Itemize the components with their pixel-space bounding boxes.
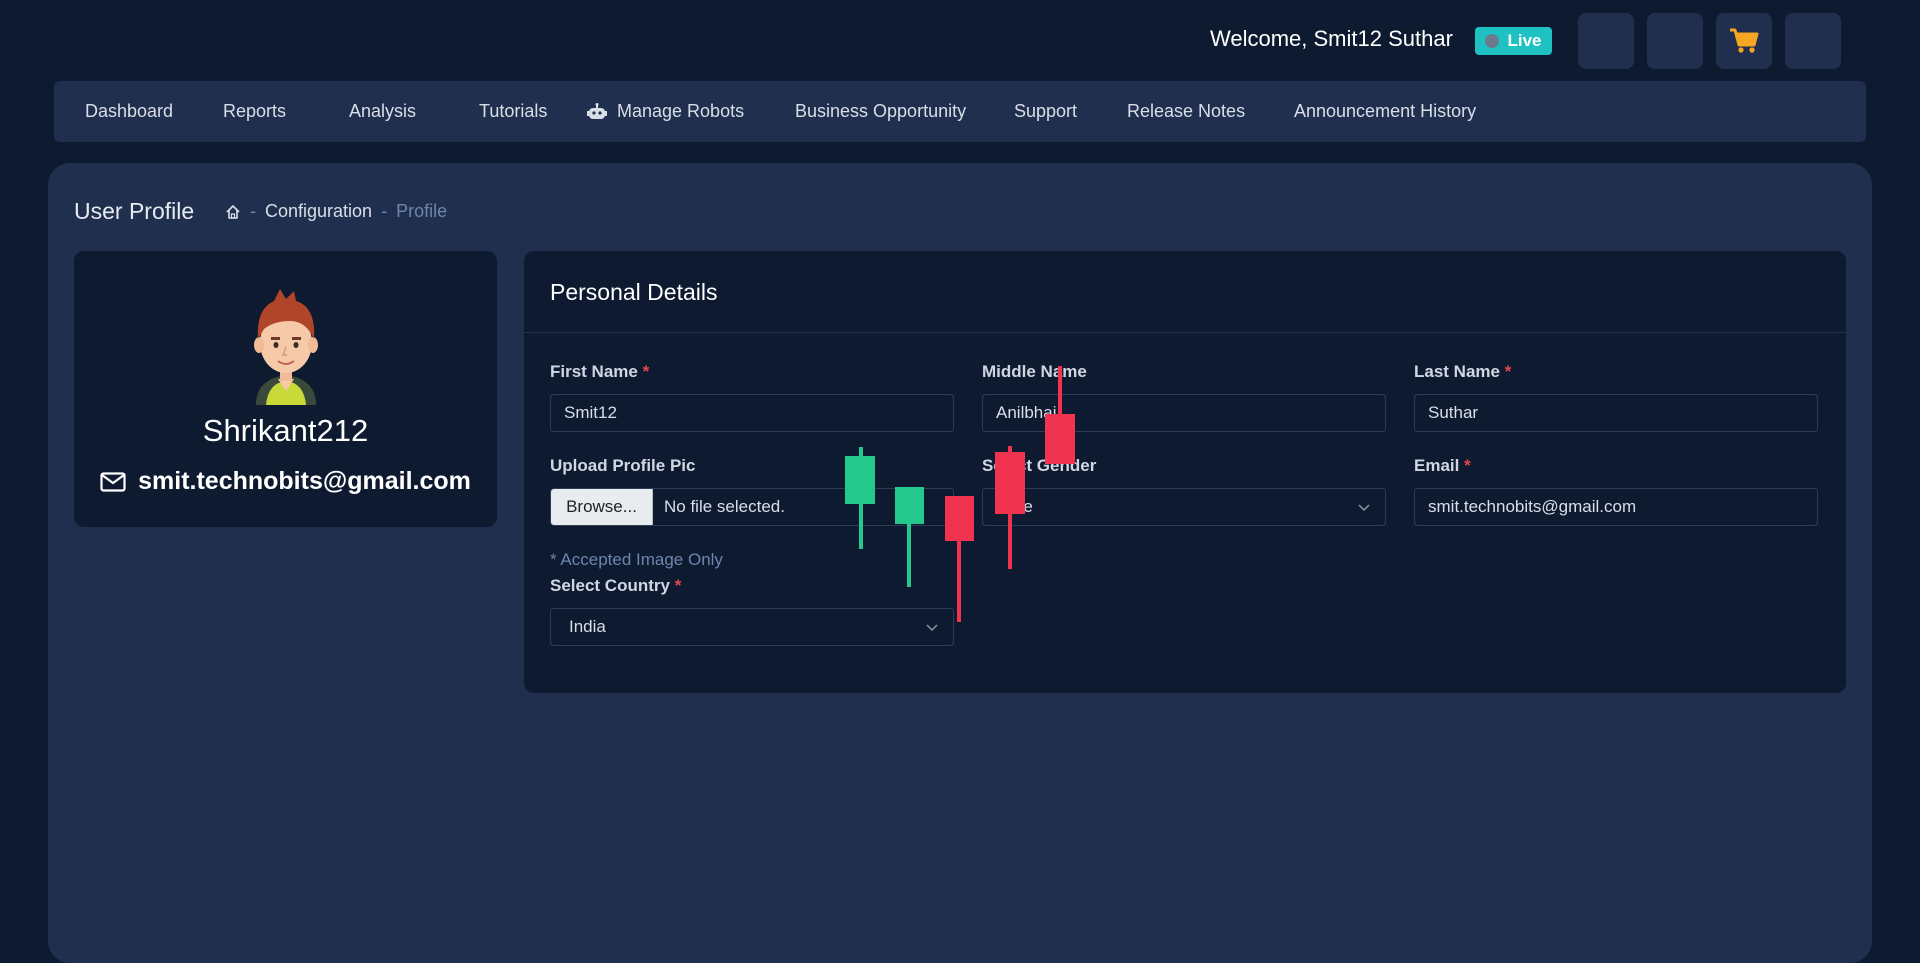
envelope-icon — [100, 471, 126, 492]
top-bar: Welcome, Smit12 Suthar Live — [0, 0, 1920, 80]
nav-label: Business Opportunity — [795, 101, 967, 121]
robot-icon — [587, 102, 607, 119]
nav-tutorials[interactable]: Tutorials — [479, 81, 547, 142]
personal-details-card: Personal Details First Name * Smit12 Mid… — [524, 251, 1846, 693]
last-name-input[interactable]: Suthar — [1414, 394, 1818, 432]
nav-analysis[interactable]: Analysis — [349, 81, 416, 142]
breadcrumb-profile: Profile — [396, 201, 448, 221]
nav-label: Release Notes — [1127, 101, 1246, 121]
required-marker: * — [642, 362, 650, 381]
header-button-2[interactable] — [1647, 13, 1703, 69]
nav-manage-robots[interactable]: Manage Robots — [587, 81, 744, 142]
breadcrumb-separator: - — [250, 201, 256, 221]
cart-button[interactable] — [1716, 13, 1772, 69]
email-label-text: Email — [1414, 456, 1460, 475]
gender-value: Male — [996, 497, 1033, 516]
email-label: Email * — [1414, 456, 1471, 476]
required-marker: * — [1504, 362, 1512, 381]
nav-label: Analysis — [349, 101, 417, 121]
welcome-text: Welcome, Smit12 Suthar — [1210, 26, 1453, 51]
last-name-label: Last Name * — [1414, 362, 1511, 382]
home-icon[interactable] — [225, 204, 241, 220]
profile-name: Shrikant212 — [202, 413, 369, 448]
country-label: Select Country * — [550, 576, 681, 596]
profile-pic-file-input[interactable]: Browse... No file selected. — [550, 488, 954, 526]
nav-label: Manage Robots — [617, 101, 745, 121]
breadcrumb: - Configuration - Profile — [225, 201, 447, 222]
accepted-image-help: * Accepted Image Only — [550, 550, 723, 569]
nav-business-opportunity[interactable]: Business Opportunity — [795, 81, 966, 142]
cart-icon — [1730, 28, 1759, 53]
chevron-down-icon — [926, 624, 938, 632]
gender-label: Select Gender — [982, 456, 1097, 475]
breadcrumb-separator: - — [381, 201, 388, 221]
middle-name-label: Middle Name — [982, 362, 1087, 381]
nav-dashboard[interactable]: Dashboard — [85, 81, 173, 142]
chevron-down-icon — [1358, 504, 1370, 512]
live-status-badge[interactable]: Live — [1475, 27, 1552, 55]
email-input[interactable]: smit.technobits@gmail.com — [1414, 488, 1818, 526]
country-select[interactable]: India — [550, 608, 954, 646]
nav-label: Announcement History — [1294, 101, 1477, 121]
nav-support[interactable]: Support — [1014, 81, 1077, 142]
first-name-input[interactable]: Smit12 — [550, 394, 954, 432]
profile-email-row: smit.technobits@gmail.com — [74, 467, 497, 496]
gender-select[interactable]: Male — [982, 488, 1386, 526]
nav-release-notes[interactable]: Release Notes — [1127, 81, 1245, 142]
header-button-1[interactable] — [1578, 13, 1634, 69]
nav-label: Support — [1014, 101, 1078, 121]
first-name-label-text: First Name — [550, 362, 638, 381]
page-title: User Profile — [74, 198, 195, 224]
profile-email: smit.technobits@gmail.com — [138, 467, 471, 495]
avatar — [254, 289, 318, 405]
upload-label: Upload Profile Pic — [550, 456, 696, 475]
main-navbar: Dashboard Reports Analysis Tutorials Man… — [54, 81, 1866, 142]
status-dot-icon — [1485, 34, 1500, 48]
country-value: India — [569, 617, 606, 636]
profile-card: Shrikant212 smit.technobits@gmail.com — [74, 251, 497, 527]
header-button-4[interactable] — [1785, 13, 1841, 69]
nav-label: Reports — [223, 101, 287, 121]
details-title: Personal Details — [550, 279, 718, 305]
first-name-label: First Name * — [550, 362, 649, 382]
divider — [524, 332, 1846, 333]
required-marker: * — [674, 576, 682, 595]
nav-label: Dashboard — [85, 101, 174, 121]
middle-name-input[interactable]: Anilbhai — [982, 394, 1386, 432]
nav-announcement-history[interactable]: Announcement History — [1294, 81, 1476, 142]
browse-button[interactable]: Browse... — [551, 489, 653, 525]
country-label-text: Select Country — [550, 576, 670, 595]
required-marker: * — [1464, 456, 1471, 475]
last-name-label-text: Last Name — [1414, 362, 1500, 381]
file-status-text: No file selected. — [664, 497, 785, 516]
breadcrumb-configuration[interactable]: Configuration — [265, 201, 372, 222]
nav-label: Tutorials — [479, 101, 548, 121]
live-label: Live — [1507, 31, 1542, 50]
nav-reports[interactable]: Reports — [223, 81, 286, 142]
